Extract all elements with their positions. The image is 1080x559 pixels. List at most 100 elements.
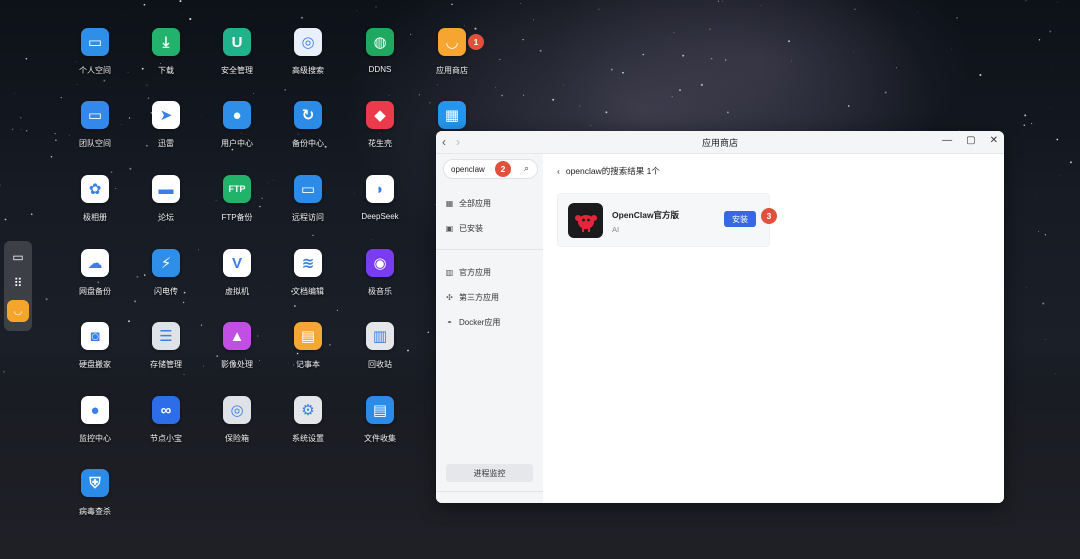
- desktop-app[interactable]: ➤ 迅雷: [130, 101, 202, 165]
- camera-icon: ●: [81, 396, 109, 424]
- desktop-app[interactable]: V 虚拟机: [201, 249, 273, 313]
- desktop-app[interactable]: ◙ 硬盘搬家: [59, 322, 131, 386]
- process-monitor-button[interactable]: 进程监控: [446, 464, 533, 482]
- forward-icon[interactable]: ›: [456, 135, 460, 149]
- desktop-app-label: FTP备份: [221, 213, 253, 222]
- trash-icon: ▥: [366, 322, 394, 350]
- sidebar-item-label: 已安装: [459, 224, 483, 233]
- desktop-app[interactable]: ☁ 网盘备份: [59, 249, 131, 313]
- virus-shield-icon: ⛨: [81, 469, 109, 497]
- desktop-app-label: 影像处理: [221, 360, 253, 369]
- desktop-app[interactable]: ☰ 存储管理: [130, 322, 202, 386]
- desktop-app[interactable]: ● 监控中心: [59, 396, 131, 460]
- app-store-window: ‹ › 应用商店 — ▢ ✕ openclaw 2 ⌕ ▦ 全部应用 ▣ 已安装…: [436, 131, 1004, 503]
- search-icon[interactable]: ⌕: [524, 163, 529, 174]
- close-icon[interactable]: ✕: [990, 135, 998, 146]
- desktop-app[interactable]: ◉ 极音乐: [344, 249, 416, 313]
- app-card[interactable]: OpenClaw官方版 AI 安装 3: [557, 193, 777, 247]
- step-badge: 1: [468, 34, 484, 50]
- minimize-icon[interactable]: —: [942, 135, 952, 146]
- desktop-app[interactable]: ◗ DeepSeek: [344, 175, 416, 239]
- desktop-app-label: 极音乐: [368, 287, 392, 296]
- window-controls: — ▢ ✕: [942, 135, 998, 146]
- desktop-app[interactable]: ▭ 远程访问: [272, 175, 344, 239]
- sidebar-item-thirdparty[interactable]: ✣ 第三方应用: [445, 292, 499, 303]
- back-icon[interactable]: ‹: [442, 135, 446, 149]
- chevron-left-icon[interactable]: ‹: [557, 166, 560, 176]
- desktop-app[interactable]: ⚙ 系统设置: [272, 396, 344, 460]
- desktop-app-label: 记事本: [296, 360, 320, 369]
- desktop-app[interactable]: ▤ 记事本: [272, 322, 344, 386]
- desktop-app[interactable]: ◆ 花生壳: [344, 101, 416, 165]
- desktop-app-label: 团队空间: [79, 139, 111, 148]
- desktop-app-label: 应用商店: [436, 66, 468, 75]
- desktop-app[interactable]: ◎ 高级搜索: [272, 28, 344, 92]
- desktop-app[interactable]: ∞ 节点小宝: [130, 396, 202, 460]
- desktop-app-label: 迅雷: [158, 139, 174, 148]
- desktop-app-label: 病毒查杀: [79, 507, 111, 516]
- store-icon[interactable]: ◡: [7, 300, 29, 322]
- desktop-icon[interactable]: ▭: [9, 248, 27, 266]
- desktop-app[interactable]: ▲ 影像处理: [201, 322, 273, 386]
- results-heading: openclaw的搜索结果 1个: [565, 166, 660, 176]
- desktop-app[interactable]: ⤓ 下载: [130, 28, 202, 92]
- window-title: 应用商店: [701, 137, 738, 148]
- desktop-app[interactable]: ▭ 个人空间: [59, 28, 131, 92]
- maximize-icon[interactable]: ▢: [966, 135, 975, 146]
- desktop-app[interactable]: ◍ DDNS: [344, 28, 416, 92]
- desktop-app[interactable]: ⚡ 闪电传: [130, 249, 202, 313]
- desktop-app-label: 系统设置: [292, 434, 324, 443]
- desktop-app[interactable]: ≋ 文档编辑: [272, 249, 344, 313]
- desktop-app-label: 高级搜索: [292, 66, 324, 75]
- desktop-app[interactable]: U 安全管理: [201, 28, 273, 92]
- sidebar-item-installed[interactable]: ▣ 已安装: [445, 223, 483, 234]
- deepseek-whale-icon: ◗: [366, 175, 394, 203]
- desktop-app-label: 网盘备份: [79, 287, 111, 296]
- desktop-app[interactable]: ⛨ 病毒查杀: [59, 469, 131, 533]
- sync-icon: ↻: [294, 101, 322, 129]
- search-input[interactable]: openclaw 2 ⌕: [443, 159, 538, 179]
- sidebar-item-official[interactable]: ▥ 官方应用: [445, 267, 491, 278]
- desktop-app[interactable]: ◎ 保险箱: [201, 396, 273, 460]
- apps-grid-icon[interactable]: ⠿: [9, 274, 27, 292]
- node-icon: ∞: [152, 396, 180, 424]
- titlebar: ‹ › 应用商店 — ▢ ✕: [436, 131, 1004, 154]
- installed-icon: ▣: [445, 224, 454, 233]
- desktop-app[interactable]: ▭ 团队空间: [59, 101, 131, 165]
- sidebar-item-label: 全部应用: [459, 199, 491, 208]
- desktop-app[interactable]: ✿ 极相册: [59, 175, 131, 239]
- desktop-app-label: 文件收集: [364, 434, 396, 443]
- desktop-app-label: 花生壳: [368, 139, 392, 148]
- store-icon: ◡: [438, 28, 466, 56]
- sidebar-item-docker[interactable]: ◓ Docker应用: [445, 317, 500, 328]
- openclaw-logo-icon: [568, 203, 603, 238]
- desktop-app[interactable]: ▤ 文件收集: [344, 396, 416, 460]
- desktop-app[interactable]: FTP FTP备份: [201, 175, 273, 239]
- ftp-icon: FTP: [223, 175, 251, 203]
- nav-buttons: ‹ ›: [442, 135, 460, 149]
- install-button[interactable]: 安装: [724, 211, 756, 227]
- desktop-app[interactable]: ◡ 应用商店 1: [416, 28, 488, 92]
- desktop-app-label: 硬盘搬家: [79, 360, 111, 369]
- desktop-app-label: 虚拟机: [225, 287, 249, 296]
- step-badge: 3: [761, 208, 777, 224]
- desktop-app-label: 监控中心: [79, 434, 111, 443]
- desktop-app-label: DeepSeek: [361, 212, 399, 221]
- desktop-app-label: 远程访问: [292, 213, 324, 222]
- desktop-app[interactable]: ↻ 备份中心: [272, 101, 344, 165]
- desktop-app-label: 回收站: [368, 360, 392, 369]
- sidebar-item-label: Docker应用: [459, 318, 501, 327]
- desktop-app-label: 下载: [158, 66, 174, 75]
- settings-gear-icon: ⚙: [294, 396, 322, 424]
- vm-icon: V: [223, 249, 251, 277]
- safe-icon: ◎: [223, 396, 251, 424]
- desktop-app[interactable]: ▬ 论坛: [130, 175, 202, 239]
- desktop-app[interactable]: ● 用户中心: [201, 101, 273, 165]
- sidebar-item-all-apps[interactable]: ▦ 全部应用: [445, 198, 491, 209]
- music-icon: ◉: [366, 249, 394, 277]
- desktop-app[interactable]: ▥ 回收站: [344, 322, 416, 386]
- desktop-app-label: 安全管理: [221, 66, 253, 75]
- globe-icon: ◍: [366, 28, 394, 56]
- crab-icon: [574, 214, 597, 232]
- team-folder-icon: ▭: [81, 101, 109, 129]
